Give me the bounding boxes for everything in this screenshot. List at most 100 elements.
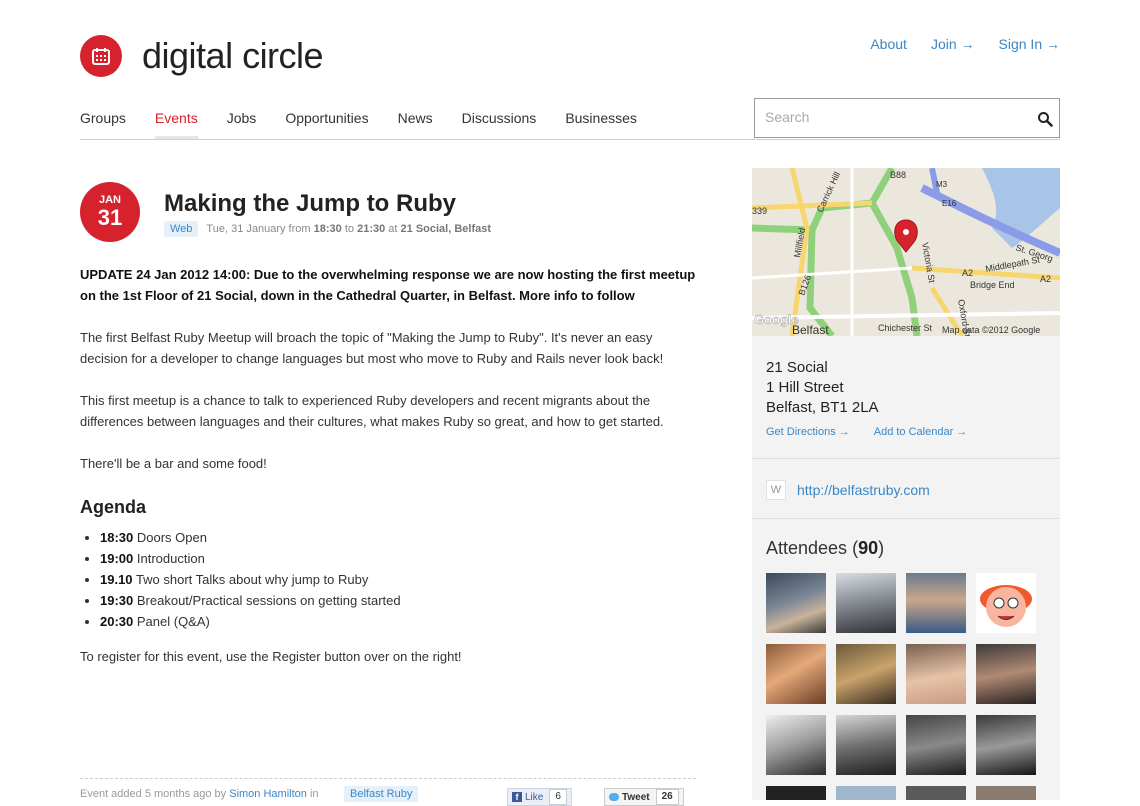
calendar-icon xyxy=(80,35,122,77)
attendee-avatar[interactable] xyxy=(836,573,896,633)
attendee-avatar[interactable] xyxy=(836,786,896,800)
description-paragraph: The first Belfast Ruby Meetup will broac… xyxy=(80,330,664,366)
map-label: A2 xyxy=(1040,274,1051,284)
agenda-item: 19.10 Two short Talks about why jump to … xyxy=(100,569,696,590)
description-paragraph: This first meetup is a chance to talk to… xyxy=(80,393,664,429)
event-title: Making the Jump to Ruby xyxy=(164,190,457,217)
attendee-avatar[interactable] xyxy=(906,644,966,704)
tweet-button[interactable]: Tweet 26 xyxy=(604,788,684,806)
join-link[interactable]: Join → xyxy=(931,36,975,52)
search-icon[interactable] xyxy=(1037,111,1053,127)
website-row: W http://belfastruby.com xyxy=(766,480,930,500)
agenda-item: 19:30 Breakout/Practical sessions on get… xyxy=(100,590,696,611)
agenda-item: 20:30 Panel (Q&A) xyxy=(100,611,696,632)
map-label: Chichester St xyxy=(878,323,933,333)
date-day: 31 xyxy=(97,205,123,230)
website-icon: W xyxy=(766,480,786,500)
event-added-meta: Event added 5 months ago by Simon Hamilt… xyxy=(80,788,319,800)
attendee-avatar[interactable] xyxy=(836,715,896,775)
event-venue: 21 Social, Belfast xyxy=(400,223,492,235)
footer-divider xyxy=(80,778,696,779)
sign-in-link[interactable]: Sign In → xyxy=(999,36,1060,52)
nav-item-discussions[interactable]: Discussions xyxy=(462,110,537,139)
in-text: in xyxy=(309,788,319,800)
website-link[interactable]: http://belfastruby.com xyxy=(797,482,930,498)
event-sidebar: B88 M3 339 Carrick Hill E16 St. Georg Mi… xyxy=(752,168,1060,800)
about-link[interactable]: About xyxy=(870,36,907,52)
nav-item-jobs[interactable]: Jobs xyxy=(227,110,257,139)
attendee-avatar[interactable] xyxy=(976,715,1036,775)
venue-city: Belfast, BT1 2LA xyxy=(766,399,879,416)
venue-name: 21 Social xyxy=(766,359,828,376)
attendee-avatar[interactable] xyxy=(976,786,1036,800)
attendees-label: Attendees ( xyxy=(766,538,859,558)
tweet-label: Tweet xyxy=(622,791,650,803)
sidebar-divider xyxy=(752,518,1060,519)
attendee-avatar[interactable] xyxy=(766,573,826,633)
event-date: Tue, 31 January from xyxy=(206,223,311,235)
nav-item-groups[interactable]: Groups xyxy=(80,110,126,139)
author-link[interactable]: Simon Hamilton xyxy=(229,788,307,800)
logo-text: digital circle xyxy=(142,35,324,76)
google-logo: Google xyxy=(754,312,799,327)
map-label: B88 xyxy=(890,170,906,180)
site-logo[interactable]: digital circle xyxy=(80,35,324,77)
attendee-avatar[interactable] xyxy=(976,573,1036,633)
venue-actions: Get Directions → Add to Calendar → xyxy=(766,426,967,438)
agenda-text: Doors Open xyxy=(136,530,207,545)
map-label: M3 xyxy=(936,180,948,189)
search-box xyxy=(754,98,1060,138)
get-directions-link[interactable]: Get Directions → xyxy=(766,426,850,438)
event-end-time: 21:30 xyxy=(357,223,386,235)
attendee-avatar[interactable] xyxy=(766,715,826,775)
tweet-count: 26 xyxy=(655,789,679,805)
event-description: UPDATE 24 Jan 2012 14:00: Due to the ove… xyxy=(80,264,696,688)
map-label: A2 xyxy=(962,268,973,278)
category-tag[interactable]: Web xyxy=(164,221,199,237)
attendee-avatar[interactable] xyxy=(766,786,826,800)
attendee-avatar[interactable] xyxy=(906,573,966,633)
agenda-time: 20:30 xyxy=(100,614,134,629)
agenda-text: Panel (Q&A) xyxy=(136,614,210,629)
like-label: Like xyxy=(525,791,544,803)
agenda-title: Agenda xyxy=(80,497,147,517)
attendee-avatar[interactable] xyxy=(766,644,826,704)
facebook-like-button[interactable]: f Like 6 xyxy=(507,788,572,806)
attendees-count: 90 xyxy=(858,538,879,558)
venue-street: 1 Hill Street xyxy=(766,379,844,396)
map-label: E16 xyxy=(942,199,957,208)
agenda-item: 18:30 Doors Open xyxy=(100,527,696,548)
register-note: To register for this event, use the Regi… xyxy=(80,649,462,664)
agenda-text: Two short Talks about why jump to Ruby xyxy=(135,572,369,587)
nav-item-opportunities[interactable]: Opportunities xyxy=(285,110,368,139)
agenda-item: 19:00 Introduction xyxy=(100,548,696,569)
agenda-list: 18:30 Doors Open 19:00 Introduction 19.1… xyxy=(80,527,696,632)
nav-item-news[interactable]: News xyxy=(398,110,433,139)
top-links: About Join → Sign In → xyxy=(870,36,1060,52)
search-input[interactable] xyxy=(755,99,1035,135)
agenda-time: 19:00 xyxy=(100,551,134,566)
map-attribution: Map data ©2012 Google xyxy=(942,325,1040,335)
venue-address: 21 Social 1 Hill Street Belfast, BT1 2LA xyxy=(766,358,879,418)
add-to-calendar-link[interactable]: Add to Calendar → xyxy=(874,426,968,438)
attendee-avatar[interactable] xyxy=(906,715,966,775)
description-paragraph: There'll be a bar and some food! xyxy=(80,456,267,471)
venue-map[interactable]: B88 M3 339 Carrick Hill E16 St. Georg Mi… xyxy=(752,168,1060,336)
nav-item-events[interactable]: Events xyxy=(154,110,198,139)
event-to-text: to xyxy=(344,223,355,235)
like-count: 6 xyxy=(549,789,567,805)
map-label: 339 xyxy=(752,206,767,216)
facebook-icon: f xyxy=(512,792,522,802)
added-text: Event added 5 months ago by xyxy=(80,788,227,800)
date-badge: JAN 31 xyxy=(80,182,140,242)
attendee-avatar[interactable] xyxy=(976,644,1036,704)
main-nav: Groups Events Jobs Opportunities News Di… xyxy=(80,98,1060,140)
attendee-avatar[interactable] xyxy=(906,786,966,800)
attendees-heading: Attendees (90) xyxy=(766,538,884,559)
map-label: Bridge End xyxy=(970,280,1015,290)
agenda-time: 18:30 xyxy=(100,530,134,545)
attendees-close: ) xyxy=(878,538,885,558)
attendee-avatar[interactable] xyxy=(836,644,896,704)
agenda-text: Breakout/Practical sessions on getting s… xyxy=(136,593,401,608)
nav-item-businesses[interactable]: Businesses xyxy=(565,110,637,139)
